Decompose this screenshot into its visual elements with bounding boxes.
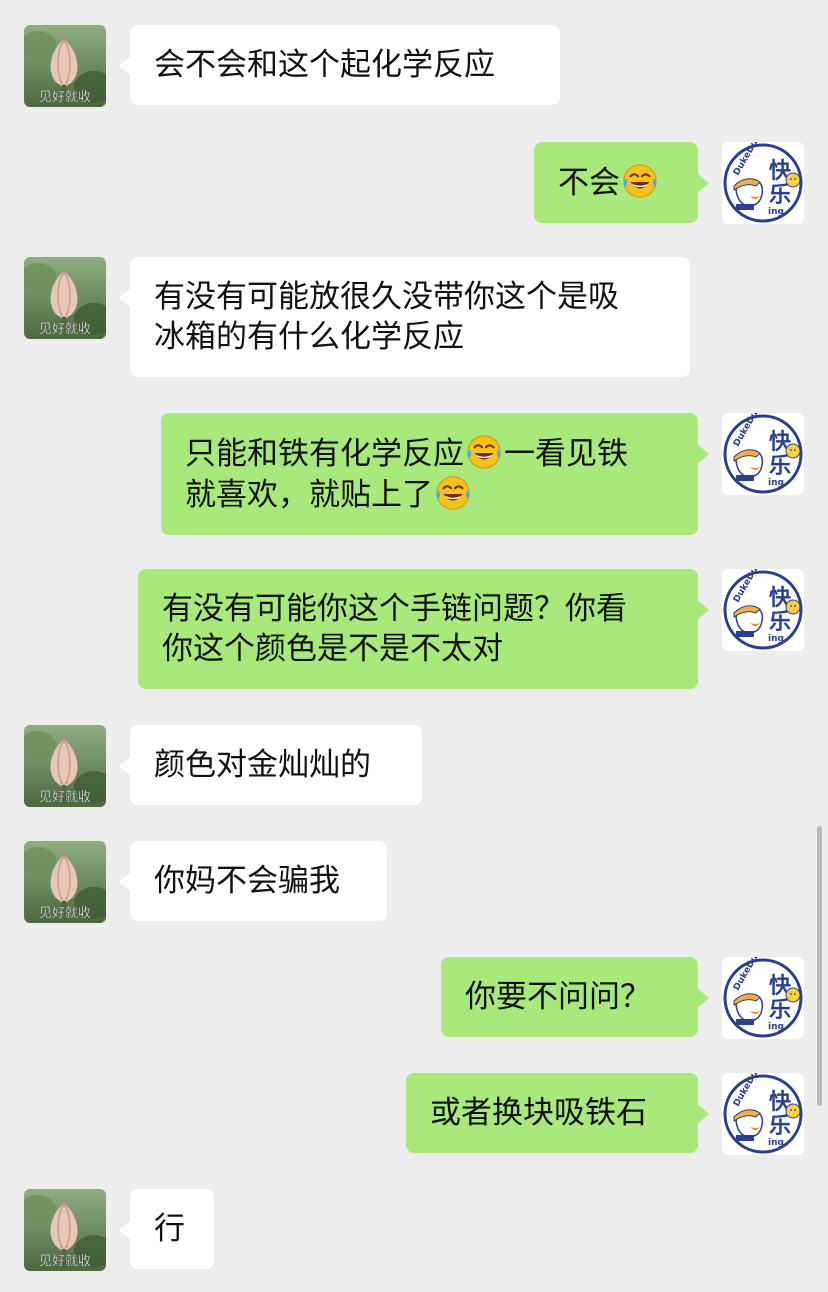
message-text: 你这个颜色是不是不太对 — [162, 631, 503, 667]
message-bubble[interactable]: 或者换块吸铁石 — [406, 1073, 709, 1153]
message-text: 只能和铁有化学反应 — [185, 436, 464, 472]
message-text-line: 你要不问问？ — [465, 977, 674, 1017]
message-text-line: 只能和铁有化学反应 一看见铁 — [185, 433, 674, 474]
message-text-line: 或者换块吸铁石 — [430, 1093, 674, 1133]
message-text: 一看见铁 — [504, 436, 628, 472]
message-text: 你妈不会骗我 — [154, 863, 340, 899]
message-bubble[interactable]: 行 — [119, 1189, 214, 1269]
svg-text:乐: 乐 — [769, 610, 791, 635]
message-bubble[interactable]: 不会 — [534, 142, 709, 223]
svg-text:ing: ing — [768, 478, 784, 488]
svg-text:见好就收: 见好就收 — [39, 790, 91, 805]
message-bubble[interactable]: 你要不问问？ — [441, 957, 709, 1037]
svg-text:ing: ing — [768, 207, 784, 217]
svg-text:见好就收: 见好就收 — [39, 322, 91, 337]
message-text-line: 有没有可能放很久没带你这个是吸 — [154, 277, 666, 317]
svg-text:见好就收: 见好就收 — [39, 1254, 91, 1269]
message-bubble[interactable]: 有没有可能放很久没带你这个是吸 冰箱的有什么化学反应 — [119, 257, 690, 377]
svg-text:乐: 乐 — [769, 454, 791, 479]
message-bubble[interactable]: 你妈不会骗我 — [119, 841, 387, 921]
svg-text:乐: 乐 — [769, 183, 791, 208]
self-avatar-duck[interactable]: DukeDuck 快乐 ing — [722, 142, 804, 224]
message-text: 冰箱的有什么化学反应 — [154, 319, 464, 355]
chat-message-list[interactable]: 见好就收 会不会和这个起化学反应 DukeDuck 快乐 ing 不会 见好就收 有没有可能放… — [0, 0, 828, 1292]
tears-of-joy-emoji — [465, 433, 503, 471]
svg-text:乐: 乐 — [769, 1114, 791, 1139]
contact-avatar-lotus[interactable]: 见好就收 — [24, 725, 106, 807]
message-text-line: 行 — [154, 1209, 190, 1249]
message-text-line: 冰箱的有什么化学反应 — [154, 317, 666, 357]
message-text-line: 会不会和这个起化学反应 — [154, 45, 536, 85]
message-text-line: 颜色对金灿灿的 — [154, 745, 398, 785]
message-bubble[interactable]: 颜色对金灿灿的 — [119, 725, 422, 805]
message-text: 或者换块吸铁石 — [430, 1095, 647, 1131]
message-bubble[interactable]: 有没有可能你这个手链问题？你看 你这个颜色是不是不太对 — [138, 569, 709, 689]
message-bubble[interactable]: 只能和铁有化学反应 一看见铁就喜欢，就贴上了 — [161, 413, 709, 535]
svg-text:ing: ing — [768, 1022, 784, 1032]
message-text: 会不会和这个起化学反应 — [154, 47, 495, 83]
svg-text:ing: ing — [768, 1138, 784, 1148]
scrollbar[interactable] — [817, 826, 822, 1106]
message-text: 行 — [154, 1211, 185, 1247]
message-text: 不会 — [558, 165, 620, 201]
self-avatar-duck[interactable]: DukeDuck 快乐 ing — [722, 413, 804, 495]
message-text: 有没有可能放很久没带你这个是吸 — [154, 279, 619, 315]
message-text-line: 就喜欢，就贴上了 — [185, 474, 674, 515]
message-text-line: 不会 — [558, 162, 674, 203]
message-text-line: 你妈不会骗我 — [154, 861, 363, 901]
self-avatar-duck[interactable]: DukeDuck 快乐 ing — [722, 957, 804, 1039]
tears-of-joy-emoji — [434, 474, 472, 512]
message-text: 就喜欢，就贴上了 — [185, 477, 433, 513]
svg-text:见好就收: 见好就收 — [39, 906, 91, 921]
message-text-line: 有没有可能你这个手链问题？你看 — [162, 589, 674, 629]
self-avatar-duck[interactable]: DukeDuck 快乐 ing — [722, 1073, 804, 1155]
message-text: 你要不问问？ — [465, 979, 651, 1015]
contact-avatar-lotus[interactable]: 见好就收 — [24, 25, 106, 107]
contact-avatar-lotus[interactable]: 见好就收 — [24, 1189, 106, 1271]
svg-text:ing: ing — [768, 634, 784, 644]
message-text-line: 你这个颜色是不是不太对 — [162, 629, 674, 669]
svg-text:见好就收: 见好就收 — [39, 90, 91, 105]
message-text: 有没有可能你这个手链问题？你看 — [162, 591, 627, 627]
self-avatar-duck[interactable]: DukeDuck 快乐 ing — [722, 569, 804, 651]
tears-of-joy-emoji — [621, 162, 659, 200]
svg-text:乐: 乐 — [769, 998, 791, 1023]
contact-avatar-lotus[interactable]: 见好就收 — [24, 257, 106, 339]
contact-avatar-lotus[interactable]: 见好就收 — [24, 841, 106, 923]
message-bubble[interactable]: 会不会和这个起化学反应 — [119, 25, 560, 105]
message-text: 颜色对金灿灿的 — [154, 747, 371, 783]
